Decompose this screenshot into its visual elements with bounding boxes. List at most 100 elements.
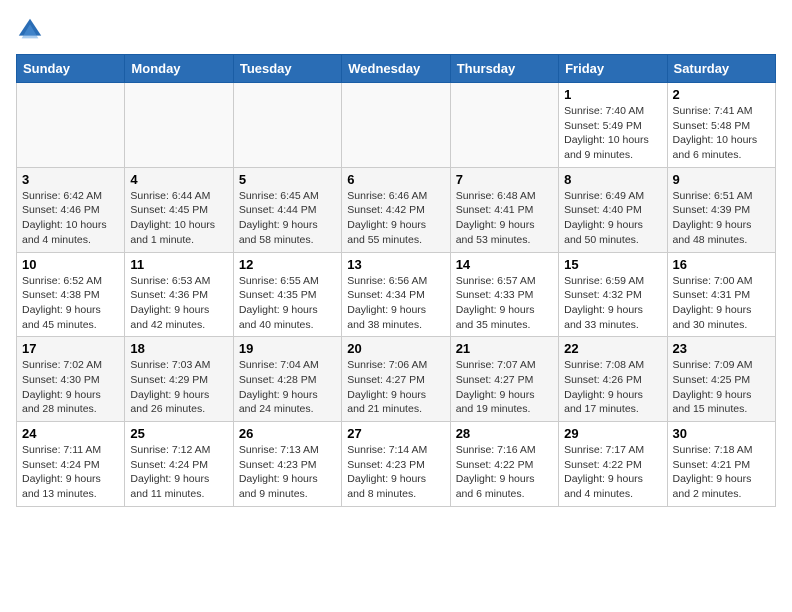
day-info: Sunrise: 6:52 AM Sunset: 4:38 PM Dayligh… [22, 274, 119, 333]
day-number: 23 [673, 341, 770, 356]
calendar-cell [17, 83, 125, 168]
day-info: Sunrise: 7:02 AM Sunset: 4:30 PM Dayligh… [22, 358, 119, 417]
dow-header-thursday: Thursday [450, 55, 558, 83]
day-number: 10 [22, 257, 119, 272]
day-number: 14 [456, 257, 553, 272]
calendar-cell: 26Sunrise: 7:13 AM Sunset: 4:23 PM Dayli… [233, 422, 341, 507]
calendar-cell: 25 Sunrise: 7:12 AM Sunset: 4:24 PM Dayli… [125, 422, 233, 507]
day-number: 8 [564, 172, 661, 187]
calendar-cell [450, 83, 558, 168]
day-info: Sunrise: 6:49 AM Sunset: 4:40 PM Dayligh… [564, 189, 661, 248]
calendar-week-2: 10 Sunrise: 6:52 AM Sunset: 4:38 PM Dayli… [17, 252, 776, 337]
calendar-cell: 6Sunrise: 6:46 AM Sunset: 4:42 PM Daylig… [342, 167, 450, 252]
day-info: Sunrise: 7:08 AM Sunset: 4:26 PM Dayligh… [564, 358, 661, 417]
dow-header-tuesday: Tuesday [233, 55, 341, 83]
calendar-cell [342, 83, 450, 168]
calendar-body: 1 Sunrise: 7:40 AM Sunset: 5:49 PM Daylig… [17, 83, 776, 507]
day-number: 20 [347, 341, 444, 356]
calendar-cell: 21 Sunrise: 7:07 AM Sunset: 4:27 PM Dayli… [450, 337, 558, 422]
day-info: Sunrise: 7:09 AM Sunset: 4:25 PM Dayligh… [673, 358, 770, 417]
day-number: 16 [673, 257, 770, 272]
calendar-cell: 27 Sunrise: 7:14 AM Sunset: 4:23 PM Dayli… [342, 422, 450, 507]
day-number: 2 [673, 87, 770, 102]
calendar-cell: 12Sunrise: 6:55 AM Sunset: 4:35 PM Dayli… [233, 252, 341, 337]
day-number: 11 [130, 257, 227, 272]
day-number: 4 [130, 172, 227, 187]
day-info: Sunrise: 7:18 AM Sunset: 4:21 PM Dayligh… [673, 443, 770, 502]
days-of-week-row: SundayMondayTuesdayWednesdayThursdayFrid… [17, 55, 776, 83]
calendar-cell: 29Sunrise: 7:17 AM Sunset: 4:22 PM Dayli… [559, 422, 667, 507]
day-info: Sunrise: 6:59 AM Sunset: 4:32 PM Dayligh… [564, 274, 661, 333]
page-header [16, 16, 776, 44]
day-number: 29 [564, 426, 661, 441]
calendar-cell: 11 Sunrise: 6:53 AM Sunset: 4:36 PM Dayli… [125, 252, 233, 337]
day-number: 27 [347, 426, 444, 441]
logo [16, 16, 48, 44]
calendar-cell [125, 83, 233, 168]
day-info: Sunrise: 6:51 AM Sunset: 4:39 PM Dayligh… [673, 189, 770, 248]
calendar-cell: 14 Sunrise: 6:57 AM Sunset: 4:33 PM Dayli… [450, 252, 558, 337]
day-info: Sunrise: 7:03 AM Sunset: 4:29 PM Dayligh… [130, 358, 227, 417]
day-number: 15 [564, 257, 661, 272]
dow-header-wednesday: Wednesday [342, 55, 450, 83]
day-info: Sunrise: 6:57 AM Sunset: 4:33 PM Dayligh… [456, 274, 553, 333]
day-info: Sunrise: 6:56 AM Sunset: 4:34 PM Dayligh… [347, 274, 444, 333]
calendar-cell: 16 Sunrise: 7:00 AM Sunset: 4:31 PM Dayli… [667, 252, 775, 337]
day-number: 7 [456, 172, 553, 187]
calendar-cell: 4 Sunrise: 6:44 AM Sunset: 4:45 PM Daylig… [125, 167, 233, 252]
calendar-cell: 24 Sunrise: 7:11 AM Sunset: 4:24 PM Dayli… [17, 422, 125, 507]
calendar-cell: 28 Sunrise: 7:16 AM Sunset: 4:22 PM Dayli… [450, 422, 558, 507]
day-number: 28 [456, 426, 553, 441]
dow-header-friday: Friday [559, 55, 667, 83]
calendar-cell: 8 Sunrise: 6:49 AM Sunset: 4:40 PM Daylig… [559, 167, 667, 252]
calendar-cell: 23 Sunrise: 7:09 AM Sunset: 4:25 PM Dayli… [667, 337, 775, 422]
day-info: Sunrise: 6:44 AM Sunset: 4:45 PM Dayligh… [130, 189, 227, 248]
day-info: Sunrise: 7:07 AM Sunset: 4:27 PM Dayligh… [456, 358, 553, 417]
calendar-cell: 22 Sunrise: 7:08 AM Sunset: 4:26 PM Dayli… [559, 337, 667, 422]
day-info: Sunrise: 7:04 AM Sunset: 4:28 PM Dayligh… [239, 358, 336, 417]
day-number: 24 [22, 426, 119, 441]
calendar-cell: 13 Sunrise: 6:56 AM Sunset: 4:34 PM Dayli… [342, 252, 450, 337]
day-number: 25 [130, 426, 227, 441]
calendar-cell: 17Sunrise: 7:02 AM Sunset: 4:30 PM Dayli… [17, 337, 125, 422]
day-number: 1 [564, 87, 661, 102]
day-info: Sunrise: 7:11 AM Sunset: 4:24 PM Dayligh… [22, 443, 119, 502]
dow-header-monday: Monday [125, 55, 233, 83]
calendar-cell: 15 Sunrise: 6:59 AM Sunset: 4:32 PM Dayli… [559, 252, 667, 337]
calendar-cell: 1 Sunrise: 7:40 AM Sunset: 5:49 PM Daylig… [559, 83, 667, 168]
calendar-week-4: 24 Sunrise: 7:11 AM Sunset: 4:24 PM Dayli… [17, 422, 776, 507]
calendar-cell: 18Sunrise: 7:03 AM Sunset: 4:29 PM Dayli… [125, 337, 233, 422]
day-info: Sunrise: 7:40 AM Sunset: 5:49 PM Dayligh… [564, 104, 661, 163]
day-number: 3 [22, 172, 119, 187]
calendar-week-3: 17Sunrise: 7:02 AM Sunset: 4:30 PM Dayli… [17, 337, 776, 422]
dow-header-sunday: Sunday [17, 55, 125, 83]
dow-header-saturday: Saturday [667, 55, 775, 83]
day-info: Sunrise: 7:12 AM Sunset: 4:24 PM Dayligh… [130, 443, 227, 502]
day-info: Sunrise: 6:53 AM Sunset: 4:36 PM Dayligh… [130, 274, 227, 333]
calendar-cell [233, 83, 341, 168]
day-info: Sunrise: 7:06 AM Sunset: 4:27 PM Dayligh… [347, 358, 444, 417]
calendar-cell: 9 Sunrise: 6:51 AM Sunset: 4:39 PM Daylig… [667, 167, 775, 252]
day-info: Sunrise: 7:14 AM Sunset: 4:23 PM Dayligh… [347, 443, 444, 502]
calendar-week-0: 1 Sunrise: 7:40 AM Sunset: 5:49 PM Daylig… [17, 83, 776, 168]
day-info: Sunrise: 7:41 AM Sunset: 5:48 PM Dayligh… [673, 104, 770, 163]
day-info: Sunrise: 7:00 AM Sunset: 4:31 PM Dayligh… [673, 274, 770, 333]
calendar-cell: 2 Sunrise: 7:41 AM Sunset: 5:48 PM Daylig… [667, 83, 775, 168]
day-number: 6 [347, 172, 444, 187]
calendar-week-1: 3 Sunrise: 6:42 AM Sunset: 4:46 PM Daylig… [17, 167, 776, 252]
calendar-cell: 5Sunrise: 6:45 AM Sunset: 4:44 PM Daylig… [233, 167, 341, 252]
day-info: Sunrise: 6:48 AM Sunset: 4:41 PM Dayligh… [456, 189, 553, 248]
day-number: 9 [673, 172, 770, 187]
day-info: Sunrise: 6:55 AM Sunset: 4:35 PM Dayligh… [239, 274, 336, 333]
calendar-cell: 20 Sunrise: 7:06 AM Sunset: 4:27 PM Dayli… [342, 337, 450, 422]
calendar-cell: 3 Sunrise: 6:42 AM Sunset: 4:46 PM Daylig… [17, 167, 125, 252]
day-info: Sunrise: 6:42 AM Sunset: 4:46 PM Dayligh… [22, 189, 119, 248]
day-info: Sunrise: 7:16 AM Sunset: 4:22 PM Dayligh… [456, 443, 553, 502]
day-number: 13 [347, 257, 444, 272]
day-number: 19 [239, 341, 336, 356]
day-number: 22 [564, 341, 661, 356]
day-number: 5 [239, 172, 336, 187]
day-info: Sunrise: 7:13 AM Sunset: 4:23 PM Dayligh… [239, 443, 336, 502]
calendar-cell: 7 Sunrise: 6:48 AM Sunset: 4:41 PM Daylig… [450, 167, 558, 252]
day-number: 21 [456, 341, 553, 356]
